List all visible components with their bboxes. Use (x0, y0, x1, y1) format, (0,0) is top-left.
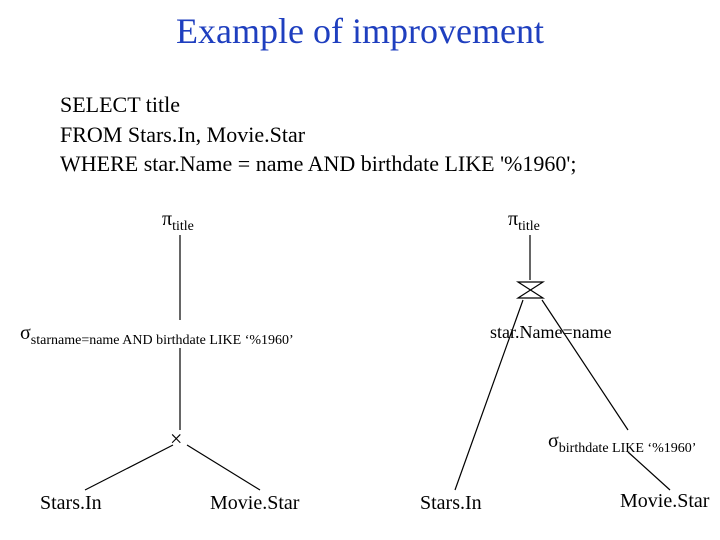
left-leaf-starsin: Stars.In (40, 492, 102, 515)
left-leaf-moviestar: Movie.Star (210, 492, 299, 515)
left-pi-sub: title (172, 219, 194, 234)
pi-symbol-right: π (508, 208, 518, 230)
tree-lines (0, 0, 720, 540)
sigma-symbol-right: σ (548, 430, 559, 452)
sql-line-1: SELECT title (60, 90, 576, 120)
sql-line-2: FROM Stars.In, Movie.Star (60, 120, 576, 150)
left-pi: πtitle (162, 208, 194, 235)
right-pi-sub: title (518, 219, 540, 234)
times-symbol: × (170, 426, 182, 451)
left-cross: × (170, 426, 182, 452)
sigma-symbol: σ (20, 322, 31, 344)
left-sigma-sub: starname=name AND birthdate LIKE ‘%1960’ (31, 333, 294, 348)
slide: Example of improvement SELECT title FROM… (0, 0, 720, 540)
sql-block: SELECT title FROM Stars.In, Movie.Star W… (60, 90, 576, 179)
pi-symbol: π (162, 208, 172, 230)
right-sigma-sub: birthdate LIKE ‘%1960’ (559, 441, 697, 456)
right-sigma: σbirthdate LIKE ‘%1960’ (548, 430, 696, 457)
sql-line-3: WHERE star.Name = name AND birthdate LIK… (60, 149, 576, 179)
right-pi: πtitle (508, 208, 540, 235)
right-leaf-moviestar: Movie.Star (620, 490, 709, 513)
page-title: Example of improvement (0, 10, 720, 52)
left-sigma: σstarname=name AND birthdate LIKE ‘%1960… (20, 322, 294, 349)
right-leaf-starsin: Stars.In (420, 492, 482, 515)
right-join-label: star.Name=name (490, 322, 612, 343)
